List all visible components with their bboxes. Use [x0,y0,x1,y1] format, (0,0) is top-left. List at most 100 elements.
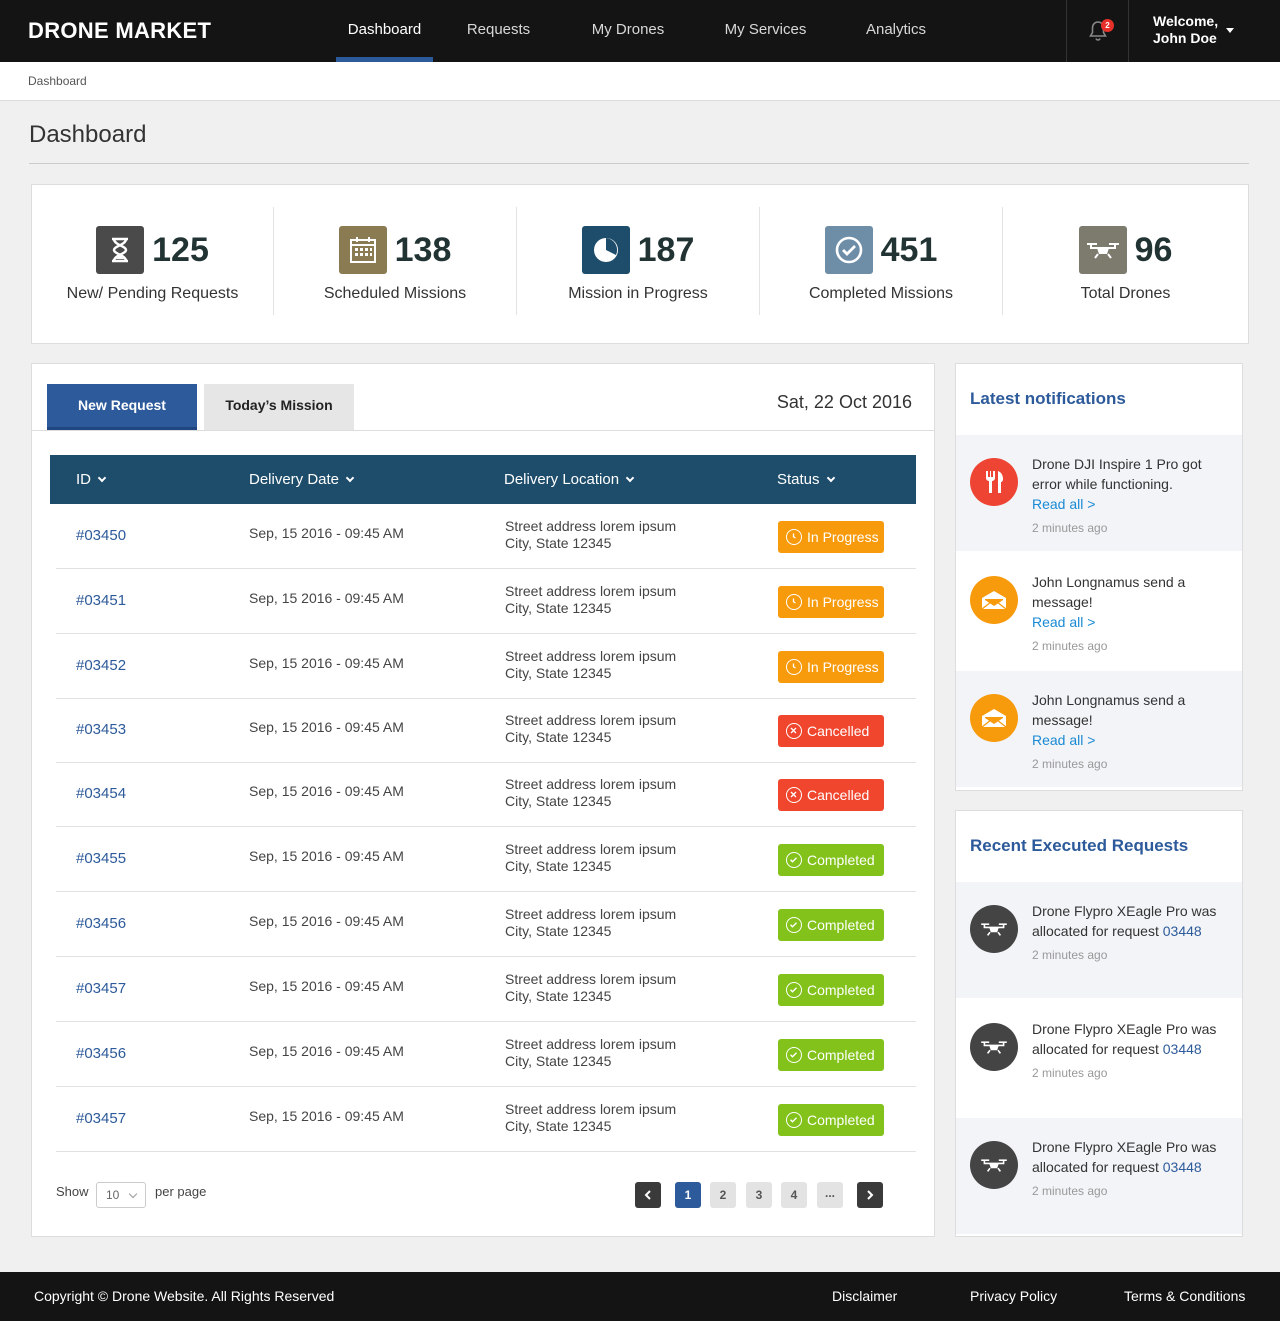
delivery-location: Street address lorem ipsum City, State 12… [505,1101,676,1135]
column-header-status[interactable]: Status [777,471,835,488]
nav-my-services[interactable]: My Services [692,0,839,62]
footer-link-disclaimer[interactable]: Disclaimer [832,1288,897,1304]
stat-label: Total Drones [1080,285,1171,302]
read-all-link[interactable]: Read all > [1032,494,1232,514]
nav-dashboard[interactable]: Dashboard [336,0,433,62]
address-line: Street address lorem ipsum [505,1036,677,1052]
request-id-link[interactable]: #03457 [76,980,126,997]
page-title: Dashboard [29,121,147,148]
table-row[interactable]: #03457 Sep, 15 2016 - 09:45 AM Street addr… [56,957,916,1022]
executed-item[interactable]: Drone Flypro XEagle Pro was allocated fo… [956,882,1242,998]
column-header-delivery-location[interactable]: Delivery Location [504,471,635,488]
prev-page-button[interactable] [635,1182,661,1208]
stat-pending-requests[interactable]: 125 New/ Pending Requests [32,207,273,315]
per-page-value: 10 [106,1188,120,1202]
delivery-location: Street address lorem ipsum City, State 12… [505,518,676,552]
table-row[interactable]: #03450 Sep, 15 2016 - 09:45 AM Street addr… [56,504,916,569]
page-button-2[interactable]: 2 [710,1182,736,1208]
page-button-4[interactable]: 4 [781,1182,807,1208]
user-menu[interactable]: Welcome, John Doe [1153,13,1218,47]
table-row[interactable]: #03457 Sep, 15 2016 - 09:45 AM Street addr… [56,1087,916,1152]
delivery-location: Street address lorem ipsum City, State 12… [505,583,676,617]
chevron-down-icon [625,473,635,483]
table-row[interactable]: #03456 Sep, 15 2016 - 09:45 AM Street addr… [56,1022,916,1087]
notification-item[interactable]: John Longnamus send a message! Read all … [956,553,1242,669]
stat-scheduled-missions[interactable]: 138 Scheduled Missions [274,207,516,315]
table-row[interactable]: #03452 Sep, 15 2016 - 09:45 AM Street addr… [56,634,916,699]
request-id-link[interactable]: #03456 [76,1045,126,1062]
notification-time: 2 minutes ago [1032,521,1108,535]
notification-item[interactable]: John Longnamus send a message! Read all … [956,671,1242,787]
calendar-icon [338,226,387,274]
tab-new-request[interactable]: New Request [47,384,197,430]
stat-missions-in-progress[interactable]: 187 Mission in Progress [517,207,759,315]
column-header-id[interactable]: ID [76,471,107,488]
stat-completed-missions[interactable]: 451 Completed Missions [760,207,1002,315]
request-id-link[interactable]: #03456 [76,915,126,932]
status-badge[interactable]: Cancelled [778,779,884,811]
table-row[interactable]: #03454 Sep, 15 2016 - 09:45 AM Street addr… [56,763,916,827]
request-id-link[interactable]: #03451 [76,592,126,609]
show-label: Show [56,1184,89,1199]
nav-analytics[interactable]: Analytics [839,0,953,62]
status-label: Completed [807,917,875,933]
read-all-link[interactable]: Read all > [1032,612,1232,632]
nav-my-drones[interactable]: My Drones [564,0,692,62]
nav-requests[interactable]: Requests [433,0,564,62]
request-ref-link[interactable]: 03448 [1163,1159,1202,1175]
table-row[interactable]: #03456 Sep, 15 2016 - 09:45 AM Street addr… [56,892,916,957]
requests-panel: New Request Today’s Mission Sat, 22 Oct … [31,363,935,1237]
request-id-link[interactable]: #03454 [76,785,126,802]
status-label: Completed [807,1112,875,1128]
request-id-link[interactable]: #03450 [76,527,126,544]
request-ref-link[interactable]: 03448 [1163,923,1202,939]
check-circle-icon [786,852,802,868]
footer-link-privacy-policy[interactable]: Privacy Policy [970,1288,1057,1304]
status-badge[interactable]: Completed [778,1104,884,1136]
delivery-date: Sep, 15 2016 - 09:45 AM [249,1043,404,1059]
status-badge[interactable]: Completed [778,909,884,941]
chevron-down-icon [97,473,107,483]
request-id-link[interactable]: #03453 [76,721,126,738]
request-id-link[interactable]: #03452 [76,657,126,674]
status-badge[interactable]: Completed [778,974,884,1006]
executed-item[interactable]: Drone Flypro XEagle Pro was allocated fo… [956,1118,1242,1234]
next-page-button[interactable] [857,1182,883,1208]
envelope-icon [970,576,1018,624]
status-badge[interactable]: In Progress [778,521,884,553]
read-all-link[interactable]: Read all > [1032,730,1232,750]
page-button-3[interactable]: 3 [746,1182,772,1208]
table-row[interactable]: #03451 Sep, 15 2016 - 09:45 AM Street addr… [56,569,916,634]
status-badge[interactable]: In Progress [778,586,884,618]
drone-icon [970,1141,1018,1189]
table-row[interactable]: #03455 Sep, 15 2016 - 09:45 AM Street addr… [56,827,916,892]
breadcrumb[interactable]: Dashboard [28,74,87,88]
status-badge[interactable]: Completed [778,1039,884,1071]
tab-todays-mission[interactable]: Today’s Mission [204,384,354,430]
caret-down-icon[interactable] [1226,28,1234,33]
status-badge[interactable]: In Progress [778,651,884,683]
column-header-delivery-date[interactable]: Delivery Date [249,471,355,488]
logo[interactable]: DRONE MARKET [28,18,211,44]
per-page-select[interactable]: 10 [96,1182,146,1208]
page-ellipsis[interactable]: ... [817,1182,843,1208]
executed-item[interactable]: Drone Flypro XEagle Pro was allocated fo… [956,1000,1242,1116]
notification-item[interactable]: Drone DJI Inspire 1 Pro got error while … [956,435,1242,551]
latest-notifications-panel: Latest notifications Drone DJI Inspire 1… [955,363,1243,791]
table-row[interactable]: #03453 Sep, 15 2016 - 09:45 AM Street addr… [56,699,916,763]
stat-total-drones[interactable]: 96 Total Drones [1003,207,1248,315]
status-badge[interactable]: Cancelled [778,715,884,747]
column-label: Delivery Date [249,471,340,488]
request-id-link[interactable]: #03457 [76,1110,126,1127]
page-button-1[interactable]: 1 [675,1182,701,1208]
stat-label: Mission in Progress [568,285,708,302]
request-id-link[interactable]: #03455 [76,850,126,867]
status-badge[interactable]: Completed [778,844,884,876]
request-ref-link[interactable]: 03448 [1163,1041,1202,1057]
notifications-button[interactable]: 2 [1066,0,1129,62]
drone-icon [1078,226,1127,274]
delivery-location: Street address lorem ipsum City, State 12… [505,906,676,940]
delivery-date: Sep, 15 2016 - 09:45 AM [249,1108,404,1124]
status-label: In Progress [807,594,879,610]
footer-link-terms[interactable]: Terms & Conditions [1124,1288,1245,1304]
